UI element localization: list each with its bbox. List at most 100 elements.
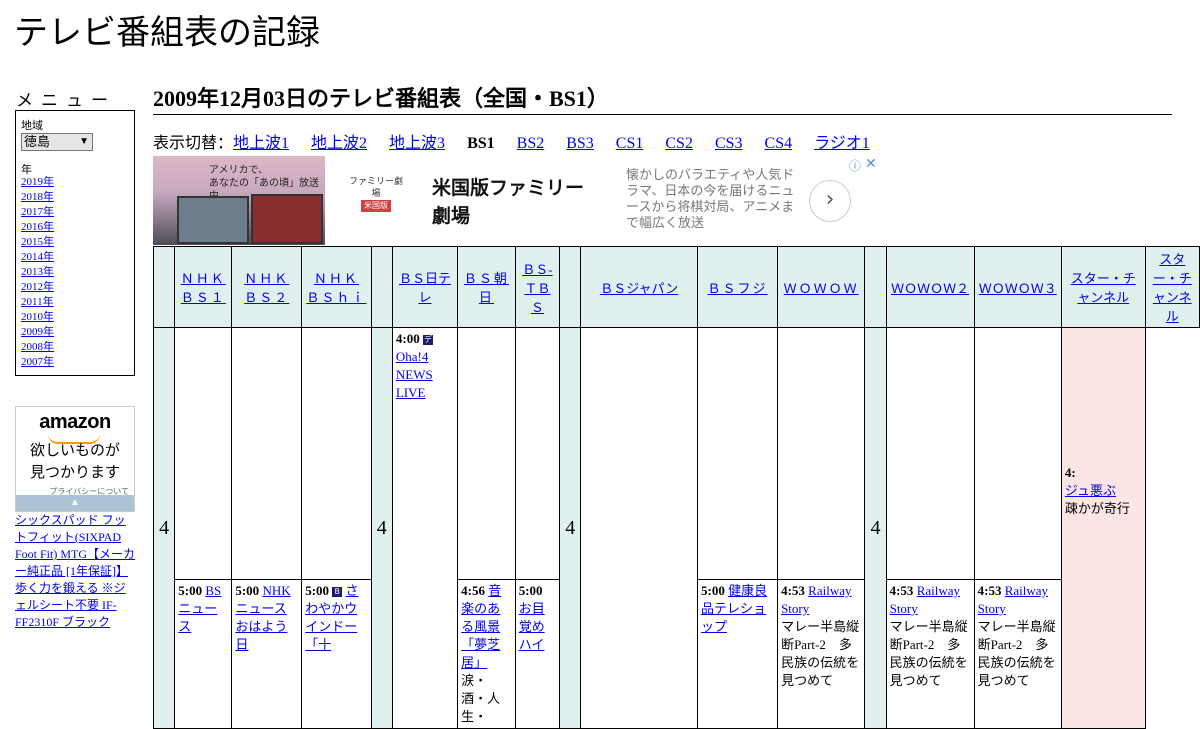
switch-link-cs2[interactable]: CS2 <box>665 135 693 152</box>
switch-link-cs3[interactable]: CS3 <box>715 135 743 152</box>
ad-banner[interactable]: アメリカで、 あなたの「あの頃」放送中。 ファミリー劇場 米国版 米国版ファミリ… <box>153 156 880 245</box>
hour-header <box>370 246 393 328</box>
switch-link-terrestrial2[interactable]: 地上波2 <box>311 135 367 152</box>
channel-header[interactable]: ＢＳ-ＴＢＳ <box>514 246 561 328</box>
program-cell[interactable]: 5:00 B さわやかウインドー「十 <box>301 579 372 729</box>
year-link[interactable]: 2012年 <box>21 281 54 293</box>
year-list: 2019年 2018年 2017年 2016年 2015年 2014年 2013… <box>21 175 54 370</box>
year-link[interactable]: 2010年 <box>21 311 54 323</box>
channel-header-row: ＮＨＫ ＢＳ１ ＮＨＫ ＢＳ２ ＮＨＫ ＢＳｈｉ ＢＳ日テレ ＢＳ朝日 ＢＳ-Ｔ… <box>152 246 1200 328</box>
channel-header[interactable]: ＢＳ朝日 <box>457 246 516 328</box>
site-title: テレビ番組表の記録 <box>14 15 320 52</box>
switch-link-radio1[interactable]: ラジオ1 <box>814 135 870 152</box>
program-cell[interactable]: 4:53 Railway Story マレー半島縦断Part-2 多民族の伝統を見… <box>777 579 866 729</box>
year-link[interactable]: 2008年 <box>21 341 54 353</box>
region-label: 地域 <box>21 120 43 132</box>
switch-link-bs2[interactable]: BS2 <box>517 135 545 152</box>
program-cell <box>514 327 561 580</box>
close-icon[interactable]: ✕ <box>865 156 877 172</box>
data-broadcast-icon: B <box>332 587 343 597</box>
amazon-tagline: 欲しいものが 見つかります <box>29 441 120 481</box>
year-link[interactable]: 2013年 <box>21 266 54 278</box>
channel-header[interactable]: ＢＳフジ <box>697 246 779 328</box>
amazon-product-link[interactable]: シックスパッド フットフィット(SIXPAD Foot Fit) MTG【メーカ… <box>15 512 135 631</box>
channel-header[interactable]: ＮＨＫ ＢＳ１ <box>174 246 233 328</box>
year-link[interactable]: 2014年 <box>21 251 54 263</box>
channel-header[interactable]: ＢＳ日テレ <box>391 246 459 328</box>
program-cell <box>231 327 303 580</box>
chevron-down-icon: ▼ <box>79 136 89 147</box>
year-link[interactable]: 2015年 <box>21 236 54 248</box>
ad-description: 懐かしのバラエティや人気ドラマ、日本の今を届けるニュースから将棋対局、アニメまで… <box>626 168 795 231</box>
region-select-value: 徳島 <box>24 134 51 149</box>
year-link[interactable]: 2011年 <box>21 296 54 308</box>
program-cell[interactable]: 5:00 NHKニュース おはよう日 <box>231 579 303 729</box>
channel-header[interactable]: スター・チャンネル <box>1144 246 1200 328</box>
program-title-link[interactable]: ジュ悪ぶ <box>1065 483 1116 498</box>
hour-cell: 4 <box>864 327 887 729</box>
hour-row: 4 4 4:00 デ Oha!4 NEWS LIVE 4 4 4: ジュ悪ぶ 疎かが奇… <box>152 327 1200 729</box>
channel-header[interactable]: スター・チャンネル <box>1060 246 1146 328</box>
switch-link-terrestrial3[interactable]: 地上波3 <box>389 135 445 152</box>
channel-header[interactable]: ＷＯＷＯＷ <box>777 246 866 328</box>
hour-header <box>864 246 887 328</box>
program-cell <box>885 327 975 580</box>
menu-panel: 地域 徳島 ▼ 年 2019年 2018年 2017年 2016年 2015年 … <box>15 110 135 376</box>
chevron-right-icon[interactable]: › <box>809 180 851 222</box>
switch-link-bs3[interactable]: BS3 <box>566 135 594 152</box>
ad-image: アメリカで、 あなたの「あの頃」放送中。 <box>153 156 325 245</box>
channel-header[interactable]: ＮＨＫ ＢＳ２ <box>231 246 303 328</box>
program-cell[interactable]: 4:00 デ Oha!4 NEWS LIVE <box>391 327 459 729</box>
channel-header[interactable]: ＮＨＫ ＢＳｈｉ <box>301 246 372 328</box>
tv-screen-icon <box>177 196 249 244</box>
switch-link-terrestrial1[interactable]: 地上波1 <box>233 135 289 152</box>
program-cell[interactable]: 4:56 音楽のある風景 「夢芝居」 涙・酒・人生・ <box>457 579 516 729</box>
program-cell <box>697 327 779 580</box>
amazon-logo: amazon <box>39 411 111 433</box>
chevron-up-icon[interactable]: ▲ <box>16 495 134 511</box>
hour-header <box>559 246 582 328</box>
program-cell[interactable]: 5:00 健康良品テレショップ <box>697 579 779 729</box>
year-link[interactable]: 2019年 <box>21 176 54 188</box>
year-link[interactable]: 2009年 <box>21 326 54 338</box>
switch-current-bs1: BS1 <box>467 135 495 152</box>
channel-header[interactable]: ＷＯＷＯＷ２ <box>885 246 975 328</box>
program-cell[interactable]: 4:53 Railway Story マレー半島縦断Part-2 多民族の伝統を見… <box>885 579 975 729</box>
ad-logo: ファミリー劇場 米国版 <box>349 177 404 212</box>
program-cell[interactable]: 5:00 お目覚めハイ <box>514 579 561 729</box>
info-icon[interactable]: ⓘ <box>849 157 861 174</box>
data-broadcast-icon: デ <box>422 335 433 345</box>
program-cell[interactable]: 5:00 BSニュース <box>174 579 233 729</box>
program-cell[interactable]: 4:53 Railway Story マレー半島縦断Part-2 多民族の伝統を見… <box>973 579 1062 729</box>
year-link[interactable]: 2007年 <box>21 356 54 368</box>
hour-cell: 4 <box>370 327 393 729</box>
program-cell <box>174 327 233 580</box>
switcher-label: 表示切替： <box>153 135 234 152</box>
year-link[interactable]: 2016年 <box>21 221 54 233</box>
channel-switcher: 表示切替：地上波1 地上波2 地上波3 BS1 BS2 BS3 CS1 CS2 CS3 CS4 ラジ… <box>153 134 892 154</box>
channel-header[interactable]: ＢＳジャパン <box>580 246 699 328</box>
program-title-link[interactable]: Oha!4 NEWS LIVE <box>396 349 433 400</box>
region-select[interactable]: 徳島 ▼ <box>21 133 93 151</box>
hour-header <box>152 246 176 328</box>
program-cell <box>580 327 699 729</box>
page-title: 2009年12月03日のテレビ番組表（全国・BS1） <box>153 84 1172 115</box>
channel-header[interactable]: ＷＯＷＯＷ３ <box>973 246 1062 328</box>
ad-headline[interactable]: 米国版ファミリー 劇場 <box>432 174 584 230</box>
program-title-link[interactable]: お目覚めハイ <box>519 601 545 652</box>
hour-cell: 4 <box>559 327 582 729</box>
program-cell[interactable]: 4: ジュ悪ぶ 疎かが奇行 <box>1060 327 1146 729</box>
program-grid: ＮＨＫ ＢＳ１ ＮＨＫ ＢＳ２ ＮＨＫ ＢＳｈｉ ＢＳ日テレ ＢＳ朝日 ＢＳ-Ｔ… <box>152 246 1200 729</box>
amazon-ad[interactable]: amazon 欲しいものが 見つかります プライバシーについて ▲ <box>15 406 135 512</box>
menu-title: メニュー <box>16 91 116 110</box>
program-cell <box>301 327 372 580</box>
switch-link-cs4[interactable]: CS4 <box>765 135 793 152</box>
hour-cell: 4 <box>152 327 176 729</box>
tv-screen-icon <box>251 194 323 244</box>
program-cell <box>457 327 516 580</box>
program-cell <box>777 327 866 580</box>
program-cell <box>973 327 1062 580</box>
year-link[interactable]: 2017年 <box>21 206 54 218</box>
switch-link-cs1[interactable]: CS1 <box>616 135 644 152</box>
year-link[interactable]: 2018年 <box>21 191 54 203</box>
